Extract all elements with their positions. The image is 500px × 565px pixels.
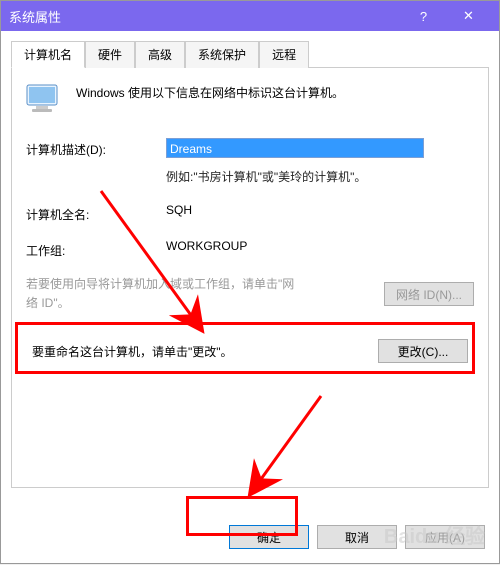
rename-section: 要重命名这台计算机，请单击"更改"。 更改(C)... bbox=[26, 329, 474, 373]
help-button[interactable]: ? bbox=[401, 1, 446, 31]
dialog-body: 计算机名 硬件 高级 系统保护 远程 Windows 使用以下信息在网络中标识这… bbox=[1, 31, 499, 496]
tab-remote[interactable]: 远程 bbox=[259, 41, 309, 68]
change-button[interactable]: 更改(C)... bbox=[378, 339, 468, 363]
rename-text: 要重命名这台计算机，请单击"更改"。 bbox=[32, 343, 233, 360]
monitor-icon bbox=[26, 84, 62, 116]
intro-text: Windows 使用以下信息在网络中标识这台计算机。 bbox=[76, 84, 344, 102]
titlebar: 系统属性 ? ✕ bbox=[1, 1, 499, 31]
titlebar-buttons: ? ✕ bbox=[401, 1, 491, 31]
computer-description-input[interactable]: Dreams bbox=[166, 138, 424, 158]
tab-system-protection[interactable]: 系统保护 bbox=[185, 41, 259, 68]
apply-button: 应用(A) bbox=[405, 525, 485, 549]
tab-hardware[interactable]: 硬件 bbox=[85, 41, 135, 68]
network-id-text: 若要使用向导将计算机加入域或工作组，请单击"网络 ID"。 bbox=[26, 275, 306, 313]
tab-content: Windows 使用以下信息在网络中标识这台计算机。 计算机描述(D): Dre… bbox=[11, 68, 489, 488]
workgroup-label: 工作组: bbox=[26, 239, 166, 259]
computer-description-row: 计算机描述(D): Dreams bbox=[26, 138, 474, 158]
cancel-button[interactable]: 取消 bbox=[317, 525, 397, 549]
window-title: 系统属性 bbox=[9, 7, 401, 26]
tab-advanced[interactable]: 高级 bbox=[135, 41, 185, 68]
computer-description-hint: 例如:"书房计算机"或"美玲的计算机"。 bbox=[166, 168, 474, 185]
close-button[interactable]: ✕ bbox=[446, 1, 491, 31]
tab-computer-name[interactable]: 计算机名 bbox=[11, 41, 85, 68]
workgroup-value: WORKGROUP bbox=[166, 239, 474, 259]
ok-button[interactable]: 确定 bbox=[229, 525, 309, 549]
computer-fullname-value: SQH bbox=[166, 203, 474, 223]
network-id-button: 网络 ID(N)... bbox=[384, 282, 474, 306]
computer-fullname-row: 计算机全名: SQH bbox=[26, 203, 474, 223]
system-properties-window: 系统属性 ? ✕ 计算机名 硬件 高级 系统保护 远程 bbox=[0, 0, 500, 564]
network-id-section: 若要使用向导将计算机加入域或工作组，请单击"网络 ID"。 网络 ID(N)..… bbox=[26, 275, 474, 313]
workgroup-row: 工作组: WORKGROUP bbox=[26, 239, 474, 259]
computer-fullname-label: 计算机全名: bbox=[26, 203, 166, 223]
computer-description-label: 计算机描述(D): bbox=[26, 138, 166, 158]
tabbar: 计算机名 硬件 高级 系统保护 远程 bbox=[11, 41, 489, 68]
intro-row: Windows 使用以下信息在网络中标识这台计算机。 bbox=[26, 84, 474, 116]
dialog-buttons: 确定 取消 应用(A) bbox=[229, 525, 485, 549]
